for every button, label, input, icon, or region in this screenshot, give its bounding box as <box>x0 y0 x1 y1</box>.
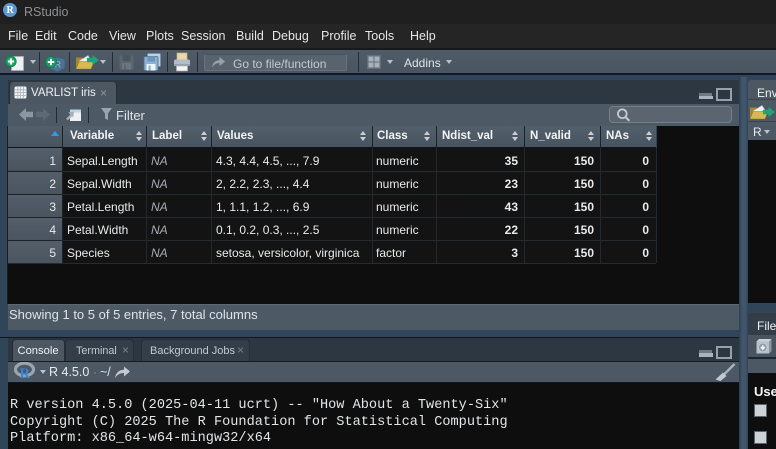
svg-text:R: R <box>20 366 31 382</box>
